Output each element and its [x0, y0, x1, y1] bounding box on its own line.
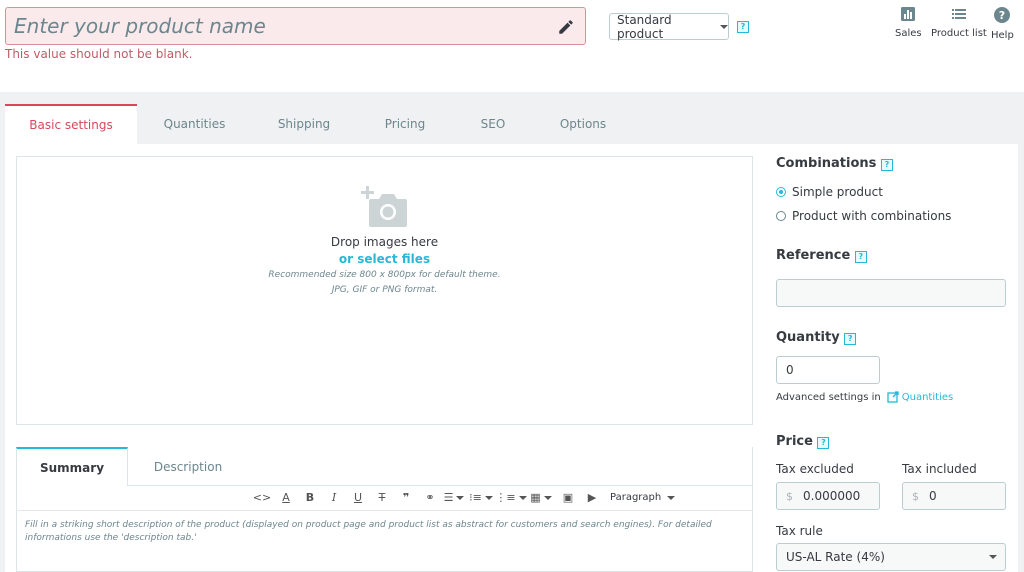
price-tax-excluded-input[interactable]: $ 0.000000 — [776, 482, 880, 510]
price-title-text: Price — [776, 434, 813, 449]
quantity-title: Quantity ? — [776, 330, 857, 345]
sales-button[interactable]: Sales — [895, 6, 922, 39]
editor-toolbar: <> A B I U T ❞ ⚭ ☰ ⁝≡ ⋮≡ ▦ ▣ ▶ Paragraph — [250, 486, 676, 509]
simple-product-label: Simple product — [792, 185, 883, 199]
tab-basic-settings[interactable]: Basic settings — [5, 104, 137, 144]
dropzone-hint-format: JPG, GIF or PNG format. — [331, 285, 438, 295]
help-icon[interactable]: ? — [880, 159, 893, 171]
tax-excluded-label: Tax excluded — [776, 462, 854, 476]
tab-pricing[interactable]: Pricing — [356, 104, 454, 144]
product-list-label: Product list — [931, 28, 987, 39]
image-dropzone[interactable]: Drop images here or select files Recomme… — [16, 156, 753, 425]
advanced-settings-note: Advanced settings in Quantities — [776, 391, 953, 403]
help-icon[interactable]: ? — [817, 437, 830, 449]
strikethrough-icon[interactable]: T — [370, 491, 394, 504]
advanced-settings-text: Advanced settings in — [776, 391, 881, 403]
quantity-title-text: Quantity — [776, 330, 840, 345]
currency-symbol: $ — [912, 489, 919, 503]
tab-summary[interactable]: Summary — [16, 447, 128, 486]
add-photo-icon — [360, 186, 407, 227]
text-color-icon[interactable]: A — [274, 491, 298, 504]
paragraph-select[interactable]: Paragraph — [604, 492, 676, 503]
product-list-button[interactable]: Product list — [931, 6, 987, 39]
underline-icon[interactable]: U — [346, 491, 370, 504]
price-title: Price ? — [776, 434, 830, 449]
reference-title: Reference ? — [776, 248, 867, 263]
link-icon[interactable]: ⚭ — [418, 491, 442, 504]
help-label: Help — [991, 30, 1014, 41]
tab-quantities[interactable]: Quantities — [137, 104, 252, 144]
tax-rule-select[interactable]: US-AL Rate (4%) — [776, 543, 1006, 571]
product-type-select[interactable]: Standard product — [609, 12, 729, 41]
name-error-message: This value should not be blank. — [5, 47, 193, 61]
tab-shipping[interactable]: Shipping — [252, 104, 356, 144]
combinations-radio[interactable]: Product with combinations — [776, 209, 951, 223]
dropzone-hint-size: Recommended size 800 x 800px for default… — [268, 270, 501, 280]
radio-checked-icon — [776, 186, 786, 197]
product-tabs: Basic settings Quantities Shipping Prici… — [5, 104, 634, 144]
image-icon[interactable]: ▣ — [556, 491, 580, 504]
toolbar-divider — [16, 510, 753, 511]
external-link-icon — [887, 391, 899, 403]
help-button[interactable]: ? Help — [991, 6, 1014, 41]
price-tax-included-input[interactable]: $ 0 — [902, 482, 1006, 510]
reference-title-text: Reference — [776, 248, 851, 263]
bold-icon[interactable]: B — [298, 491, 322, 504]
reference-input[interactable] — [776, 279, 1006, 307]
tax-rule-value: US-AL Rate (4%) — [786, 550, 885, 564]
caret-down-icon — [989, 555, 997, 559]
numbered-list-icon[interactable]: ⋮≡ — [495, 491, 527, 504]
quantities-link-label: Quantities — [901, 391, 954, 403]
radio-unchecked-icon — [776, 210, 786, 221]
align-icon[interactable]: ☰ — [442, 491, 466, 504]
list-icon — [951, 9, 966, 19]
tab-description[interactable]: Description — [128, 447, 248, 486]
description-tabs: Summary Description — [16, 447, 248, 486]
price-tax-included-value: 0 — [929, 489, 937, 503]
svg-text:?: ? — [999, 9, 1005, 22]
quantities-link[interactable]: Quantities — [887, 391, 953, 403]
combinations-title: Combinations ? — [776, 156, 893, 171]
source-code-icon[interactable]: <> — [250, 491, 274, 504]
help-icon[interactable]: ? — [737, 21, 749, 33]
summary-textarea[interactable]: Fill in a striking short description of … — [25, 519, 725, 545]
quantity-input[interactable]: 0 — [776, 356, 880, 384]
select-files-link[interactable]: or select files — [339, 252, 430, 266]
product-type-value: Standard product — [617, 12, 672, 41]
table-icon[interactable]: ▦ — [526, 491, 556, 504]
help-icon[interactable]: ? — [844, 333, 857, 345]
tax-included-label: Tax included — [902, 462, 977, 476]
simple-product-radio[interactable]: Simple product — [776, 185, 883, 199]
tab-options[interactable]: Options — [532, 104, 634, 144]
sales-label: Sales — [895, 28, 922, 39]
currency-symbol: $ — [786, 489, 793, 503]
tab-seo[interactable]: SEO — [454, 104, 532, 144]
pencil-icon — [559, 20, 573, 34]
caret-down-icon — [720, 24, 728, 29]
help-circle-icon: ? — [994, 7, 1011, 23]
combinations-title-text: Combinations — [776, 156, 877, 171]
media-icon[interactable]: ▶ — [580, 491, 604, 504]
paragraph-label: Paragraph — [610, 492, 662, 503]
italic-icon[interactable]: I — [322, 491, 346, 504]
price-tax-excluded-value: 0.000000 — [803, 489, 861, 503]
product-name-field[interactable] — [5, 7, 586, 45]
blockquote-icon[interactable]: ❞ — [394, 491, 418, 504]
help-icon[interactable]: ? — [854, 251, 867, 263]
bullet-list-icon[interactable]: ⁝≡ — [466, 491, 496, 504]
combinations-label: Product with combinations — [792, 209, 952, 223]
tax-rule-label: Tax rule — [776, 524, 823, 538]
bar-chart-icon — [901, 7, 916, 21]
product-name-input[interactable] — [14, 14, 534, 38]
dropzone-title: Drop images here — [330, 235, 439, 249]
